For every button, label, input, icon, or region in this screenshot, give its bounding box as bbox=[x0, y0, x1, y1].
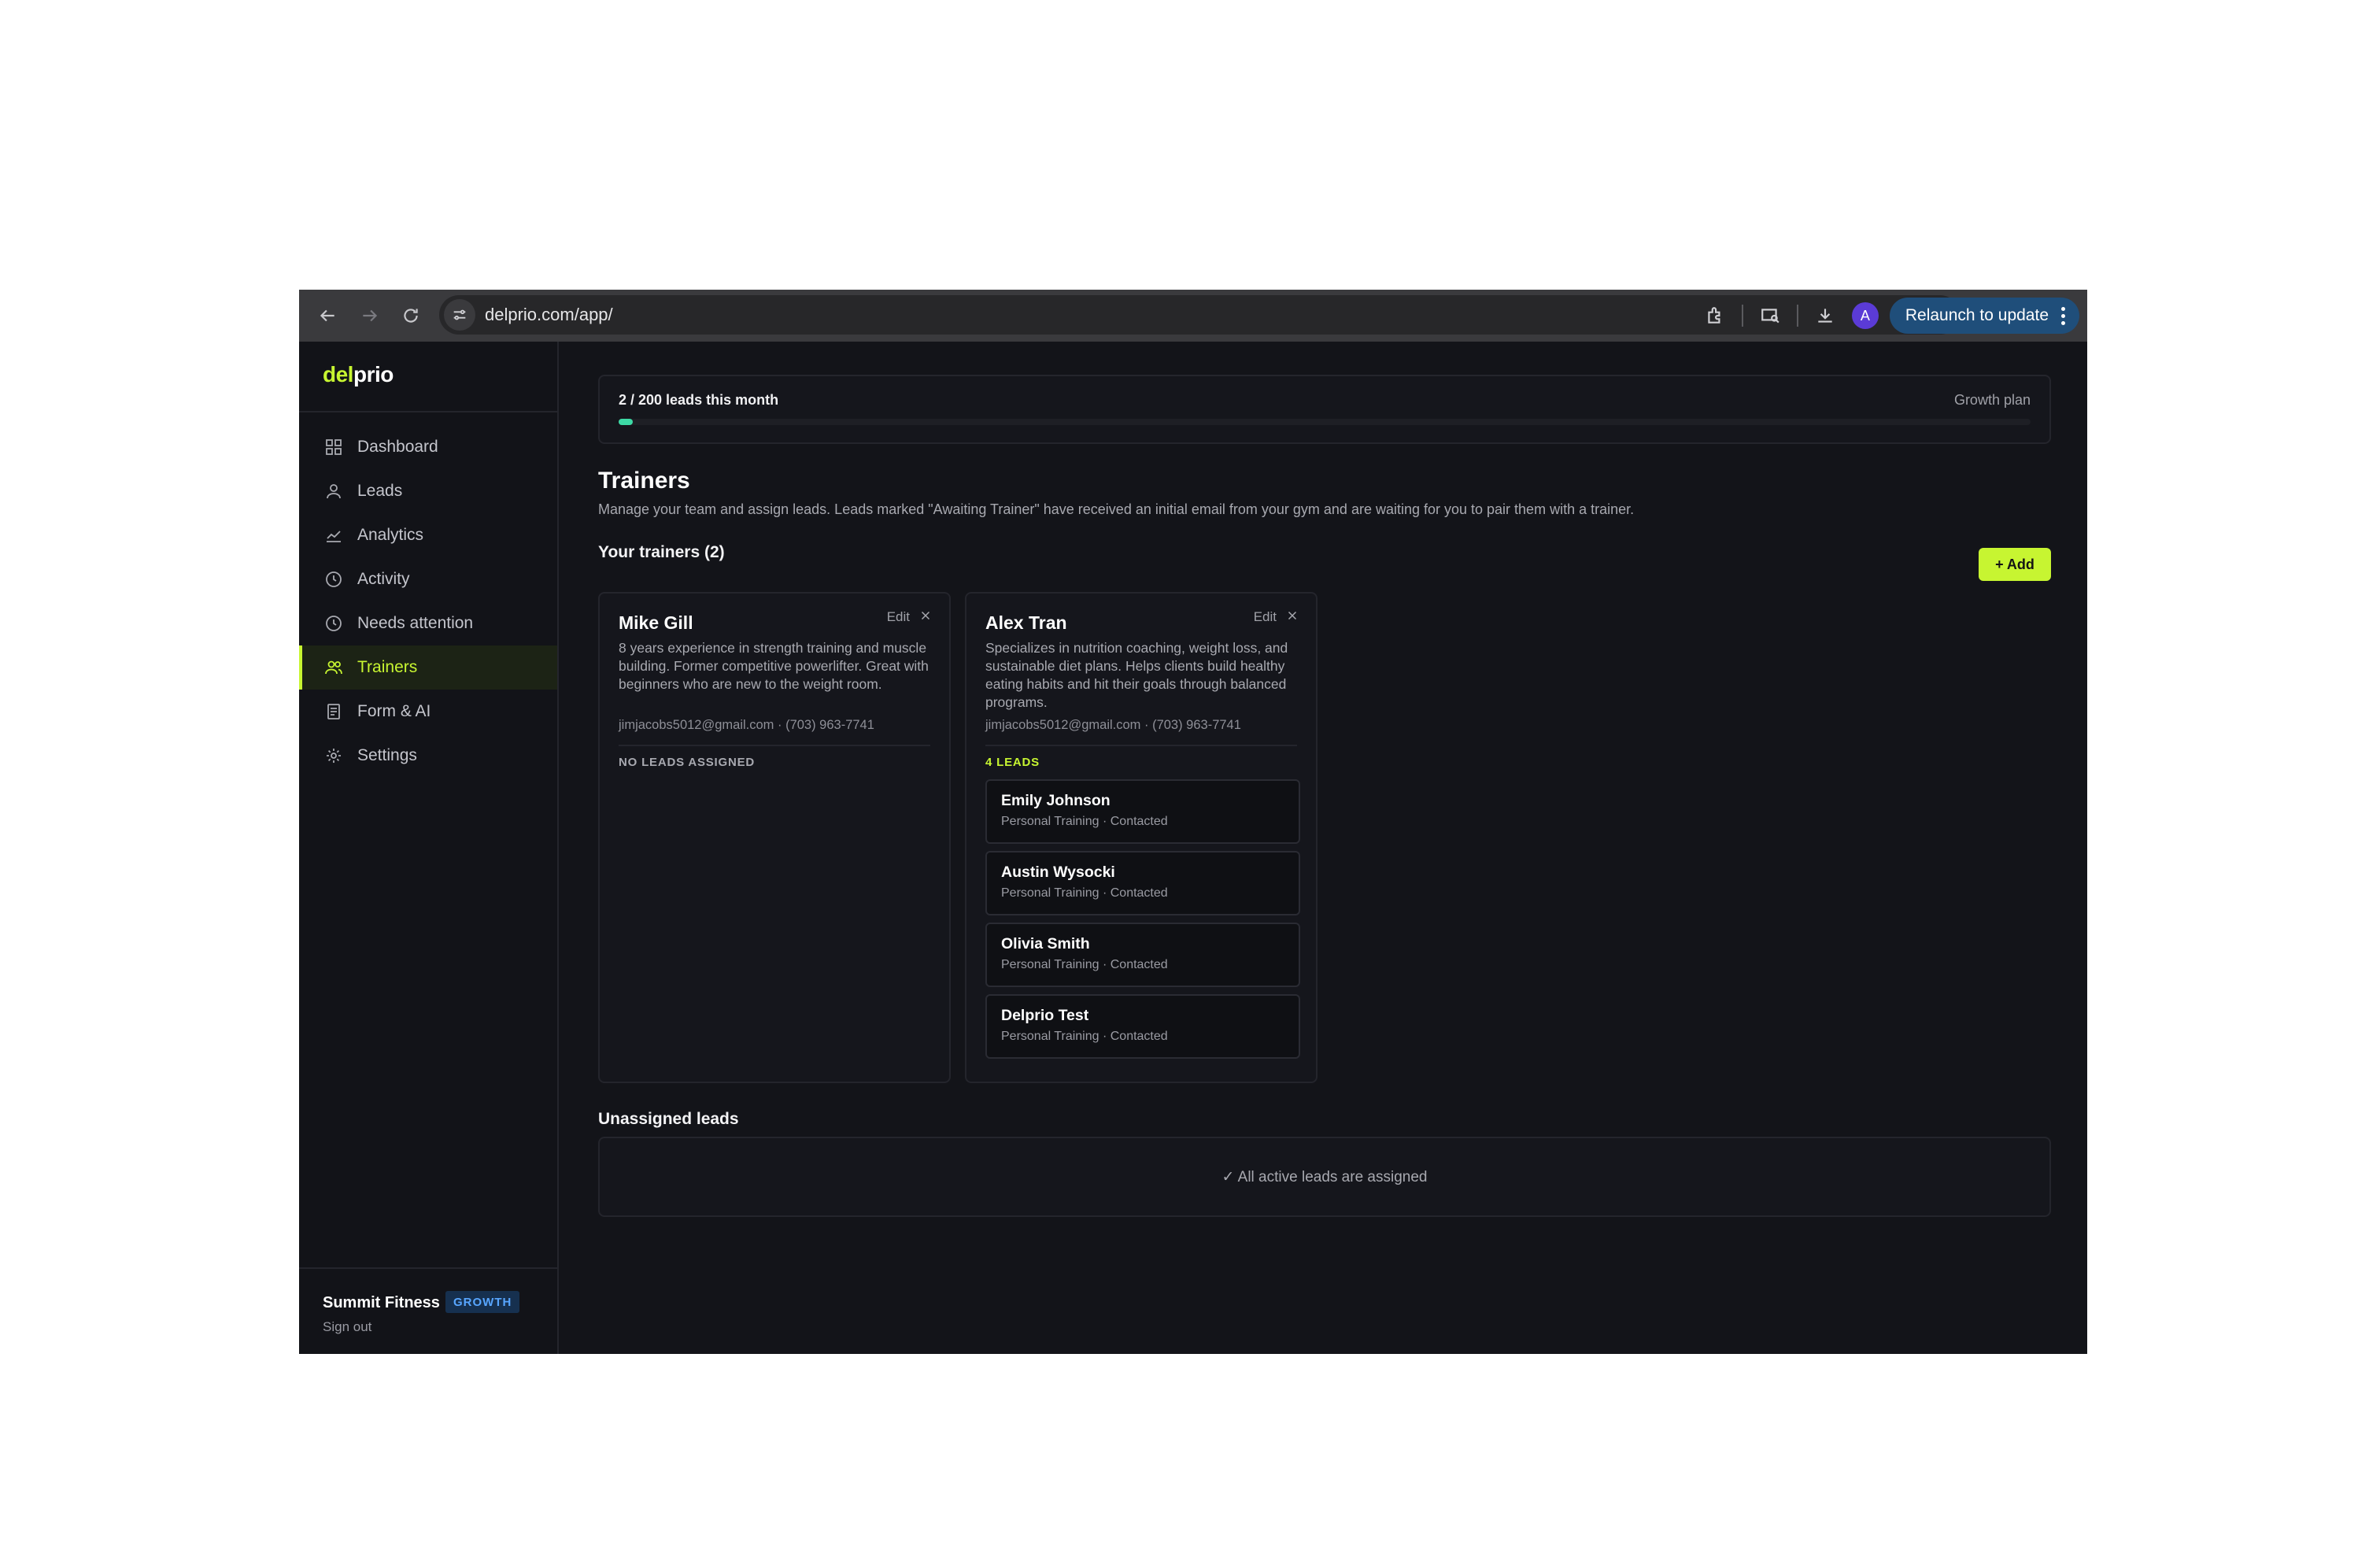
leads-count-label: 4 LEADS bbox=[985, 756, 1040, 769]
toolbar-separator bbox=[1796, 305, 1798, 327]
sign-out-link[interactable]: Sign out bbox=[323, 1319, 371, 1335]
grid-icon bbox=[324, 438, 343, 457]
trainer-bio: Specializes in nutrition coaching, weigh… bbox=[985, 640, 1288, 710]
leads-count-label: NO LEADS ASSIGNED bbox=[619, 756, 756, 769]
edit-trainer-button[interactable]: Edit bbox=[887, 609, 910, 625]
trainer-card: Alex Tran Edit Specializes in nutrition … bbox=[965, 592, 1318, 1083]
trainer-name: Mike Gill bbox=[619, 612, 693, 633]
lead-meta: Personal Training · Contacted bbox=[1001, 958, 1168, 971]
sidebar-item-label: Needs attention bbox=[357, 614, 474, 632]
list-item[interactable]: Austin Wysocki Personal Training · Conta… bbox=[985, 851, 1300, 915]
org-name: Summit Fitness bbox=[323, 1294, 440, 1311]
back-icon[interactable] bbox=[312, 300, 343, 331]
divider bbox=[299, 411, 559, 412]
trainer-contact: jimjacobs5012@gmail.com · (703) 963-7741 bbox=[619, 718, 874, 732]
close-icon[interactable] bbox=[916, 606, 935, 625]
usage-progress-bar bbox=[619, 419, 2031, 425]
unassigned-leads-panel: ✓ All active leads are assigned bbox=[598, 1137, 2051, 1217]
lead-name: Emily Johnson bbox=[1001, 792, 1111, 809]
menu-kebab-icon bbox=[2061, 306, 2065, 325]
cast-search-icon[interactable] bbox=[1754, 300, 1786, 331]
sidebar-item-form-ai[interactable]: Form & AI bbox=[299, 690, 557, 734]
sidebar-item-dashboard[interactable]: Dashboard bbox=[299, 425, 557, 469]
list-item[interactable]: Emily Johnson Personal Training · Contac… bbox=[985, 779, 1300, 844]
clock-icon bbox=[324, 614, 343, 633]
clock-icon bbox=[324, 570, 343, 589]
usage-card: 2 / 200 leads this month Growth plan bbox=[598, 375, 2051, 444]
sidebar-item-label: Settings bbox=[357, 746, 417, 764]
sidebar-item-label: Form & AI bbox=[357, 702, 431, 720]
sidebar-item-settings[interactable]: Settings bbox=[299, 734, 557, 778]
sidebar-item-label: Leads bbox=[357, 482, 403, 500]
sidebar-item-label: Analytics bbox=[357, 526, 424, 544]
url-text: delprio.com/app/ bbox=[485, 305, 613, 324]
toolbar-separator bbox=[1741, 305, 1743, 327]
gear-icon bbox=[324, 746, 343, 765]
reload-icon[interactable] bbox=[395, 300, 427, 331]
lead-meta: Personal Training · Contacted bbox=[1001, 815, 1168, 828]
unassigned-heading: Unassigned leads bbox=[598, 1110, 739, 1128]
divider bbox=[985, 745, 1297, 746]
download-icon[interactable] bbox=[1809, 300, 1841, 331]
sidebar-item-analytics[interactable]: Analytics bbox=[299, 513, 557, 557]
lead-meta: Personal Training · Contacted bbox=[1001, 1030, 1168, 1043]
trainer-card: Mike Gill Edit 8 years experience in str… bbox=[598, 592, 951, 1083]
sidebar: delprio Dashboard Leads Analytics Activi… bbox=[299, 342, 559, 1354]
plan-label: Growth plan bbox=[1953, 392, 2031, 408]
relaunch-label: Relaunch to update bbox=[1905, 306, 2049, 324]
lead-name: Delprio Test bbox=[1001, 1007, 1089, 1024]
trainer-bio: 8 years experience in strength training … bbox=[619, 640, 929, 692]
relaunch-button[interactable]: Relaunch to update bbox=[1889, 298, 2079, 334]
browser-toolbar: delprio.com/app/ A Relaunch to update bbox=[299, 290, 2087, 342]
document-icon bbox=[324, 702, 343, 721]
divider bbox=[299, 1267, 559, 1269]
site-settings-icon[interactable] bbox=[444, 299, 475, 331]
sidebar-item-leads[interactable]: Leads bbox=[299, 469, 557, 513]
trainers-heading: Your trainers (2) bbox=[598, 543, 725, 561]
extensions-icon[interactable] bbox=[1699, 300, 1731, 331]
user-icon bbox=[324, 482, 343, 501]
page-description: Manage your team and assign leads. Leads… bbox=[598, 501, 1635, 517]
browser-window: delprio.com/app/ A Relaunch to update de… bbox=[299, 290, 2087, 1354]
sidebar-item-needs-attention[interactable]: Needs attention bbox=[299, 601, 557, 645]
lead-list: Emily Johnson Personal Training · Contac… bbox=[985, 779, 1300, 1066]
lead-meta: Personal Training · Contacted bbox=[1001, 886, 1168, 900]
sidebar-item-label: Activity bbox=[357, 570, 410, 588]
sidebar-nav: Dashboard Leads Analytics Activity Needs… bbox=[299, 425, 557, 778]
edit-trainer-button[interactable]: Edit bbox=[1254, 609, 1277, 625]
add-trainer-button[interactable]: + Add bbox=[1979, 548, 2051, 581]
profile-avatar[interactable]: A bbox=[1851, 302, 1879, 329]
lead-name: Austin Wysocki bbox=[1001, 864, 1115, 881]
close-icon[interactable] bbox=[1283, 606, 1302, 625]
list-item[interactable]: Olivia Smith Personal Training · Contact… bbox=[985, 923, 1300, 987]
sidebar-item-trainers[interactable]: Trainers bbox=[299, 645, 557, 690]
chart-icon bbox=[324, 526, 343, 545]
lead-name: Olivia Smith bbox=[1001, 935, 1090, 952]
main-content: 2 / 200 leads this month Growth plan Tra… bbox=[559, 342, 2087, 1354]
list-item[interactable]: Delprio Test Personal Training · Contact… bbox=[985, 994, 1300, 1059]
usage-text: 2 / 200 leads this month bbox=[619, 392, 779, 408]
divider bbox=[619, 745, 930, 746]
empty-state-message: ✓ All active leads are assigned bbox=[1221, 1168, 1428, 1185]
forward-icon[interactable] bbox=[354, 300, 386, 331]
sidebar-item-label: Dashboard bbox=[357, 438, 438, 456]
page-title: Trainers bbox=[598, 468, 690, 494]
usage-progress-fill bbox=[619, 419, 633, 425]
sidebar-item-label: Trainers bbox=[357, 658, 418, 676]
sidebar-item-activity[interactable]: Activity bbox=[299, 557, 557, 601]
plan-badge: GROWTH bbox=[445, 1291, 520, 1313]
app-logo[interactable]: delprio bbox=[323, 362, 394, 387]
users-icon bbox=[324, 658, 343, 677]
trainer-name: Alex Tran bbox=[985, 612, 1067, 633]
trainer-contact: jimjacobs5012@gmail.com · (703) 963-7741 bbox=[985, 718, 1241, 732]
